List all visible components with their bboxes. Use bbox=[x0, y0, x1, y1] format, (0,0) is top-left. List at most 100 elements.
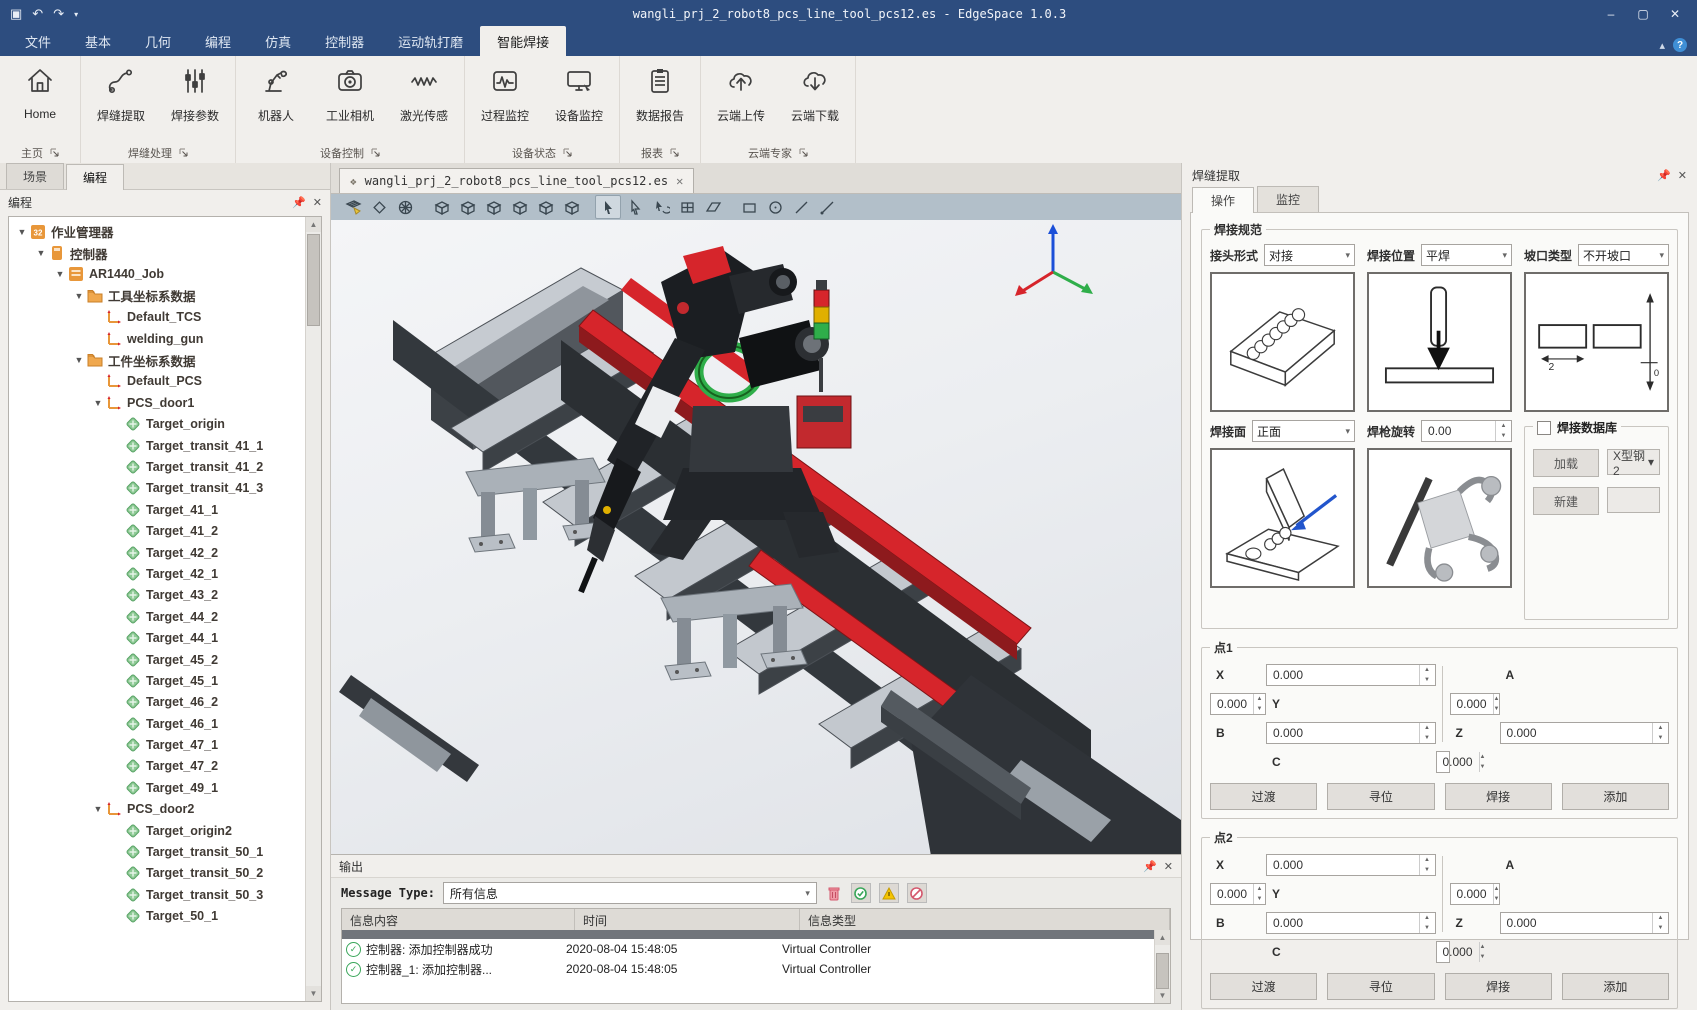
document-tab[interactable]: ❖ wangli_prj_2_robot8_pcs_line_tool_pcs1… bbox=[339, 168, 694, 193]
expander-icon[interactable]: ▼ bbox=[72, 291, 86, 301]
pin-icon[interactable]: 📌 bbox=[1657, 169, 1671, 182]
select-grid-icon[interactable] bbox=[675, 196, 699, 218]
menu-tab-几何[interactable]: 几何 bbox=[128, 26, 188, 56]
tree-item-Target_46_2[interactable]: Target_46_2 bbox=[9, 692, 305, 713]
menu-tab-基本[interactable]: 基本 bbox=[68, 26, 128, 56]
line-tool-icon[interactable] bbox=[789, 196, 813, 218]
ribbon-button-激光传感[interactable]: 激光传感 bbox=[394, 62, 454, 128]
document-close-icon[interactable]: ✕ bbox=[676, 174, 683, 188]
message-type-select[interactable]: 所有信息 ▾ bbox=[443, 882, 817, 904]
tree-item-Target_49_1[interactable]: Target_49_1 bbox=[9, 777, 305, 798]
column-header-时间[interactable]: 时间 bbox=[575, 909, 800, 930]
new-button[interactable]: 新建 bbox=[1533, 487, 1599, 515]
dialog-launcher-icon[interactable] bbox=[563, 148, 572, 157]
cube-solid-icon[interactable] bbox=[429, 196, 453, 218]
weld-extract-tab-监控[interactable]: 监控 bbox=[1257, 186, 1319, 212]
expander-icon[interactable]: ▼ bbox=[34, 248, 48, 258]
ok-filter-icon[interactable] bbox=[851, 883, 871, 903]
coord-input-点1-X[interactable]: 0.000▲▼ bbox=[1266, 664, 1436, 686]
weld-database-checkbox[interactable] bbox=[1537, 421, 1551, 435]
cube-front-icon[interactable] bbox=[481, 196, 505, 218]
coord-input-点1-Y[interactable]: 0.000▲▼ bbox=[1450, 693, 1500, 715]
viewport-3d[interactable] bbox=[331, 220, 1181, 854]
scroll-down-icon[interactable]: ▼ bbox=[1155, 988, 1170, 1003]
点2-button-焊接[interactable]: 焊接 bbox=[1445, 973, 1552, 1000]
load-button[interactable]: 加载 bbox=[1533, 449, 1599, 477]
column-header-信息内容[interactable]: 信息内容 bbox=[342, 909, 575, 930]
tree-item-Default_PCS[interactable]: Default_PCS bbox=[9, 371, 305, 392]
menu-tab-文件[interactable]: 文件 bbox=[8, 26, 68, 56]
groove-type-select[interactable]: 不开坡口▾ bbox=[1578, 244, 1669, 266]
tree-item-工件坐标系数据[interactable]: ▼工件坐标系数据 bbox=[9, 349, 305, 370]
weld-position-select[interactable]: 平焊▾ bbox=[1421, 244, 1512, 266]
tree-item-AR1440_Job[interactable]: ▼AR1440_Job bbox=[9, 264, 305, 285]
tree-item-Target_43_2[interactable]: Target_43_2 bbox=[9, 585, 305, 606]
tree-item-welding_gun[interactable]: welding_gun bbox=[9, 328, 305, 349]
help-icon[interactable]: ? bbox=[1673, 38, 1687, 52]
left-panel-tab-编程[interactable]: 编程 bbox=[66, 164, 124, 190]
select-plane-icon[interactable] bbox=[701, 196, 725, 218]
点2-button-过渡[interactable]: 过渡 bbox=[1210, 973, 1317, 1000]
tree-item-Target_origin2[interactable]: Target_origin2 bbox=[9, 820, 305, 841]
scroll-thumb[interactable] bbox=[307, 234, 320, 326]
coord-input-点1-Z[interactable]: 0.000▲▼ bbox=[1500, 722, 1670, 744]
tree-item-Target_44_1[interactable]: Target_44_1 bbox=[9, 627, 305, 648]
scroll-thumb[interactable] bbox=[1156, 953, 1169, 989]
rect-tool-icon[interactable] bbox=[737, 196, 761, 218]
tree-item-Target_transit_41_2[interactable]: Target_transit_41_2 bbox=[9, 456, 305, 477]
tree-item-PCS_door2[interactable]: ▼PCS_door2 bbox=[9, 799, 305, 820]
undo-icon[interactable]: ↶ bbox=[32, 6, 43, 22]
点1-button-寻位[interactable]: 寻位 bbox=[1327, 783, 1434, 810]
tree-item-Target_transit_41_1[interactable]: Target_transit_41_1 bbox=[9, 435, 305, 456]
tree-item-Target_42_1[interactable]: Target_42_1 bbox=[9, 563, 305, 584]
weld-face-select[interactable]: 正面▾ bbox=[1252, 420, 1355, 442]
点2-button-添加[interactable]: 添加 bbox=[1562, 973, 1669, 1000]
table-scrollbar[interactable]: ▲ ▼ bbox=[1154, 930, 1170, 1003]
tree-item-Target_transit_50_2[interactable]: Target_transit_50_2 bbox=[9, 863, 305, 884]
cube-left-icon[interactable] bbox=[507, 196, 531, 218]
scroll-up-icon[interactable]: ▲ bbox=[306, 217, 321, 232]
select-rotate-icon[interactable] bbox=[649, 196, 673, 218]
load-select[interactable]: X型钢2 ▾ bbox=[1607, 449, 1660, 475]
weld-extract-tab-操作[interactable]: 操作 bbox=[1192, 187, 1254, 213]
minimize-button[interactable]: – bbox=[1597, 4, 1625, 24]
ribbon-button-焊接参数[interactable]: 焊接参数 bbox=[165, 62, 225, 128]
expander-icon[interactable]: ▼ bbox=[91, 804, 105, 814]
ribbon-button-云端上传[interactable]: 云端上传 bbox=[711, 62, 771, 128]
cube-top-icon[interactable] bbox=[559, 196, 583, 218]
close-icon[interactable]: ✕ bbox=[1164, 860, 1173, 873]
dialog-launcher-icon[interactable] bbox=[50, 148, 59, 157]
expander-icon[interactable]: ▼ bbox=[53, 269, 67, 279]
点1-button-添加[interactable]: 添加 bbox=[1562, 783, 1669, 810]
cube-back-icon[interactable] bbox=[455, 196, 479, 218]
ribbon-button-Home[interactable]: Home bbox=[10, 62, 70, 125]
maximize-button[interactable]: ▢ bbox=[1629, 4, 1657, 24]
expander-icon[interactable]: ▼ bbox=[72, 355, 86, 365]
tree-item-Target_50_1[interactable]: Target_50_1 bbox=[9, 906, 305, 927]
warning-filter-icon[interactable] bbox=[879, 883, 899, 903]
tree-item-Target_origin[interactable]: Target_origin bbox=[9, 414, 305, 435]
iso-diamond-icon[interactable] bbox=[367, 196, 391, 218]
close-icon[interactable]: ✕ bbox=[313, 196, 322, 209]
select-icon[interactable] bbox=[595, 195, 621, 219]
line-tool-2-icon[interactable] bbox=[815, 196, 839, 218]
menu-tab-智能焊接[interactable]: 智能焊接 bbox=[480, 26, 566, 56]
点2-button-寻位[interactable]: 寻位 bbox=[1327, 973, 1434, 1000]
coord-input-点2-B[interactable]: 0.000▲▼ bbox=[1266, 912, 1436, 934]
menu-tab-编程[interactable]: 编程 bbox=[188, 26, 248, 56]
torch-rotation-spinner[interactable]: 0.00 ▲▼ bbox=[1421, 420, 1512, 442]
expander-icon[interactable]: ▼ bbox=[15, 227, 29, 237]
error-filter-icon[interactable] bbox=[907, 883, 927, 903]
tree-scrollbar[interactable]: ▲ ▼ bbox=[305, 217, 321, 1001]
coord-input-点2-A[interactable]: 0.000▲▼ bbox=[1210, 883, 1266, 905]
tree-item-工具坐标系数据[interactable]: ▼工具坐标系数据 bbox=[9, 285, 305, 306]
coord-input-点1-C[interactable]: 0.000▲▼ bbox=[1436, 751, 1450, 773]
tree-item-Target_transit_50_3[interactable]: Target_transit_50_3 bbox=[9, 884, 305, 905]
dialog-launcher-icon[interactable] bbox=[799, 148, 808, 157]
ribbon-button-焊缝提取[interactable]: 焊缝提取 bbox=[91, 62, 151, 128]
coord-input-点1-B[interactable]: 0.000▲▼ bbox=[1266, 722, 1436, 744]
qat-dropdown-icon[interactable]: ▾ bbox=[74, 10, 78, 19]
tree-item-Target_transit_50_1[interactable]: Target_transit_50_1 bbox=[9, 841, 305, 862]
table-row-partial[interactable] bbox=[342, 930, 1154, 939]
coord-input-点2-X[interactable]: 0.000▲▼ bbox=[1266, 854, 1436, 876]
